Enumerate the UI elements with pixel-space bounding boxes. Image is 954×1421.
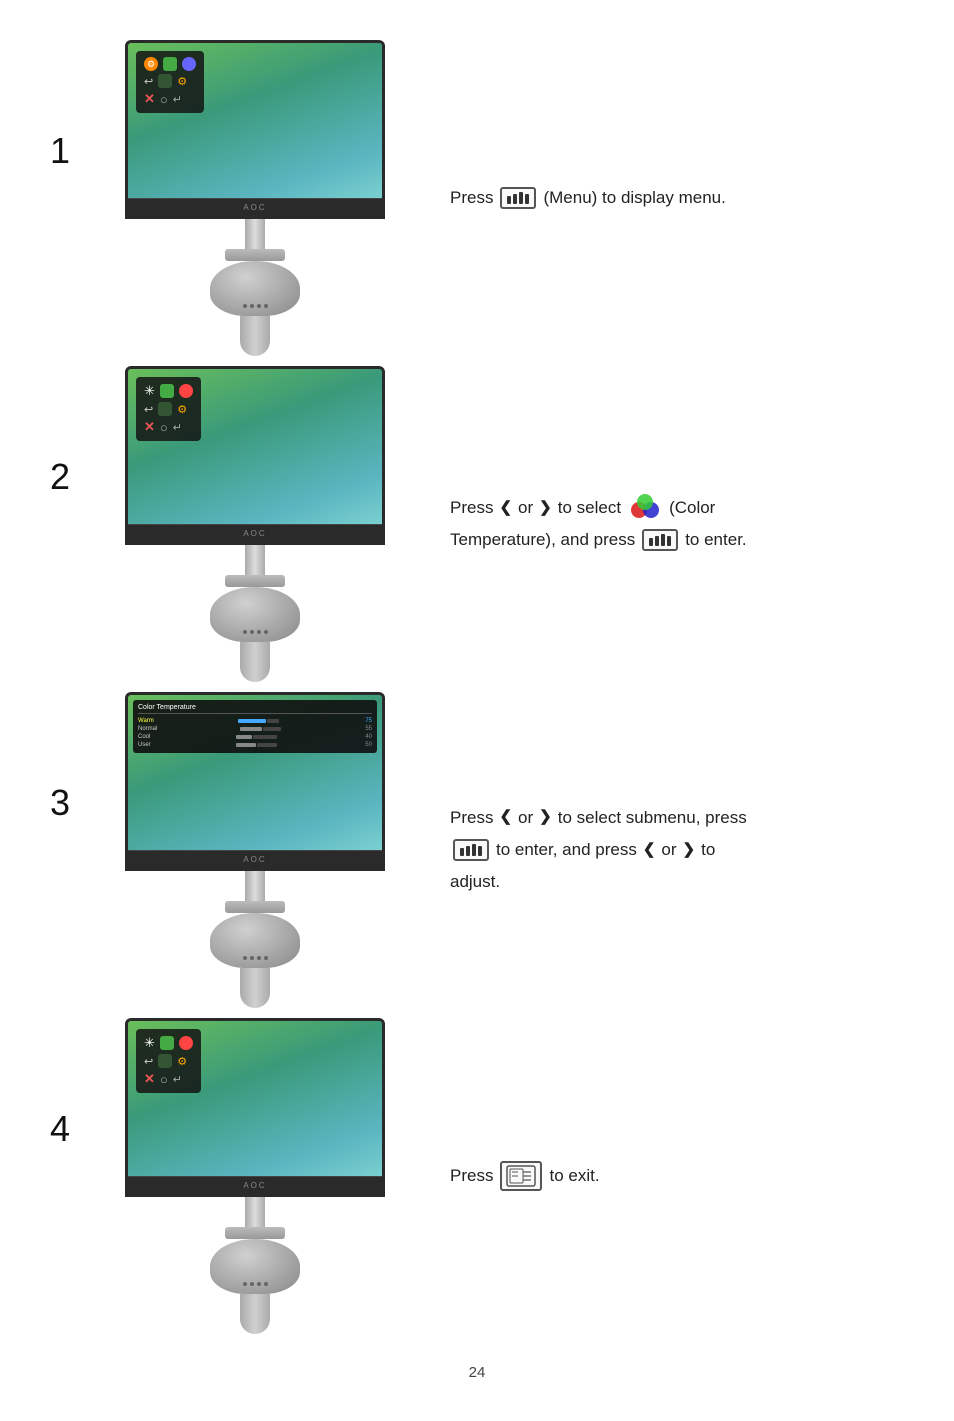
to-label-3: to: [701, 834, 715, 866]
step-2-text: Press ❮ or ❯ to select (Color: [450, 492, 904, 524]
screen-menu-1: ⚙ ↩ ⚙ ✕: [136, 51, 204, 113]
or-label-3b: or: [661, 834, 676, 866]
menu-button-icon-1: [500, 187, 536, 209]
step-1-instruction: Press (Menu) to display menu.: [410, 182, 904, 214]
step-3-text3: adjust.: [450, 866, 904, 898]
or-label-2a: or: [518, 492, 533, 524]
press-label-4: Press: [450, 1160, 493, 1192]
chevron-right-2: ❯: [539, 494, 552, 523]
chevron-left-3b: ❮: [643, 836, 656, 865]
press-label-1: Press: [450, 182, 493, 214]
step-4-number: 4: [50, 1018, 100, 1150]
step-1-row: 1 ⚙: [50, 40, 904, 356]
step-2-instruction: Press ❮ or ❯ to select (Color Temperatur…: [410, 492, 904, 557]
press-label-3: Press: [450, 802, 493, 834]
color-temp-icon: [629, 494, 661, 522]
step-2-text2: Temperature), and press to enter.: [450, 524, 904, 556]
menu-label-1: (Menu) to display menu.: [543, 182, 725, 214]
step-3-monitor: Color Temperature Warm 75 Normal: [100, 692, 410, 1008]
step-4-monitor: ✳ ↩ ⚙ ✕ ○: [100, 1018, 410, 1334]
adjust-label-3: adjust.: [450, 866, 500, 898]
menu-button-icon-3: [453, 839, 489, 861]
step-1-number: 1: [50, 40, 100, 172]
to-enter-label-2: to enter.: [685, 524, 746, 556]
step-3-number: 3: [50, 692, 100, 824]
to-select-label-2: to select: [558, 492, 621, 524]
color-label-2: (Color: [669, 492, 715, 524]
exit-button-icon: [500, 1161, 542, 1191]
step-2-number: 2: [50, 366, 100, 498]
step-1-text: Press (Menu) to display menu.: [450, 182, 904, 214]
step-4-text: Press to exit.: [450, 1160, 904, 1192]
screen-submenu-3: Color Temperature Warm 75 Normal: [133, 700, 377, 753]
step-1-monitor: ⚙ ↩ ⚙ ✕: [100, 40, 410, 356]
or-label-3a: or: [518, 802, 533, 834]
step-3-instruction: Press ❮ or ❯ to select submenu, press to…: [410, 802, 904, 899]
page: 1 ⚙: [0, 0, 954, 1421]
submenu-select-label: to select submenu, press: [558, 802, 747, 834]
step-2-monitor: ✳ ↩ ⚙ ✕ ○: [100, 366, 410, 682]
step-4-row: 4 ✳ ↩: [50, 1018, 904, 1334]
step-2-row: 2 ✳ ↩: [50, 366, 904, 682]
step-3-text: Press ❮ or ❯ to select submenu, press: [450, 802, 904, 834]
screen-menu-2: ✳ ↩ ⚙ ✕ ○: [136, 377, 201, 441]
step-3-row: 3 Color Temperature Warm: [50, 692, 904, 1008]
chevron-left-3a: ❮: [499, 803, 512, 832]
chevron-left-2: ❮: [499, 494, 512, 523]
step-3-text2: to enter, and press ❮ or ❯ to: [450, 834, 904, 866]
to-exit-label: to exit.: [549, 1160, 599, 1192]
menu-button-icon-2: [642, 529, 678, 551]
temperature-label-2: Temperature), and press: [450, 524, 635, 556]
to-enter-label-3: to enter, and press: [496, 834, 637, 866]
chevron-right-3b: ❯: [683, 836, 696, 865]
press-label-2: Press: [450, 492, 493, 524]
chevron-right-3a: ❯: [539, 803, 552, 832]
page-number: 24: [50, 1364, 904, 1381]
step-4-instruction: Press to exit.: [410, 1160, 904, 1192]
screen-menu-4: ✳ ↩ ⚙ ✕ ○: [136, 1029, 201, 1093]
